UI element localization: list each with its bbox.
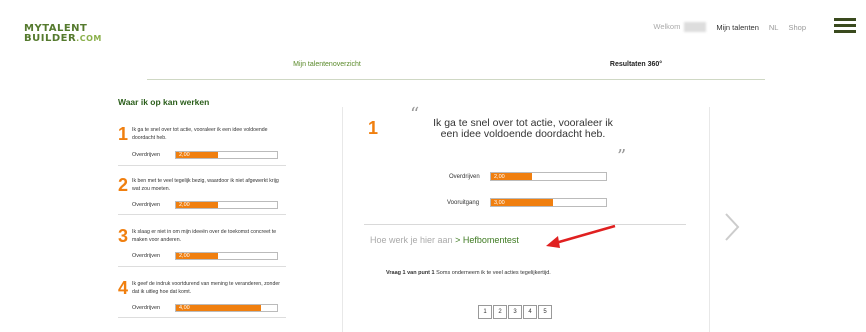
tab-overview[interactable]: Mijn talentenoverzicht — [147, 58, 507, 80]
item-score-value: 4,00 — [179, 305, 190, 311]
how-to-work-link[interactable]: Hoe werk je hier aan > Hefbomentest — [370, 235, 519, 245]
main-score-value: 3,00 — [494, 200, 505, 206]
main-panel — [342, 107, 710, 332]
item-score-bar: 2,00 — [175, 252, 278, 260]
item-score-bar: 4,00 — [175, 304, 278, 312]
divider — [364, 224, 686, 225]
item-number: 4 — [118, 278, 129, 298]
item-text: Ik ga te snel over tot actie, vooraleer … — [132, 127, 268, 141]
nav-mijn-talenten[interactable]: Mijn talenten — [716, 23, 759, 32]
welcome-text: Welkom — [643, 22, 707, 33]
item-score-value: 2,00 — [179, 152, 190, 158]
red-arrow-icon — [546, 224, 616, 248]
tab-bar: Mijn talentenoverzicht Resultaten 360° — [147, 58, 765, 80]
answer-options: 1 2 3 4 5 — [478, 305, 553, 319]
nav-shop[interactable]: Shop — [788, 23, 806, 32]
item-number: 3 — [118, 226, 129, 246]
item-score-value: 2,00 — [179, 253, 190, 259]
user-name-redacted — [684, 22, 707, 33]
divider — [118, 317, 286, 318]
item-bar-label: Overdrijven — [132, 152, 161, 158]
tab-results-360[interactable]: Resultaten 360° — [507, 58, 765, 80]
hefbomentest-link[interactable]: > Hefbomentest — [455, 235, 519, 245]
main-quote: Ik ga te snel over tot actie, vooraleer … — [433, 117, 613, 141]
item-text: Ik geef de indruk voortdurend van mening… — [132, 281, 280, 295]
main-score-value: 2,00 — [494, 174, 505, 180]
main-score-bar: 2,00 — [490, 172, 607, 181]
item-number: 2 — [118, 175, 129, 195]
main-item-number: 1 — [368, 118, 379, 138]
item-number: 1 — [118, 124, 129, 144]
answer-option-4[interactable]: 4 — [523, 305, 537, 319]
main-score-bar: 3,00 — [490, 198, 607, 207]
item-text: Ik slaag er niet in om mijn ideeën over … — [132, 229, 277, 243]
nav-language[interactable]: NL — [769, 23, 779, 32]
item-score-bar: 2,00 — [175, 151, 278, 159]
logo-line2: BUILDER.COM — [24, 33, 102, 44]
logo[interactable]: MYTALENT BUILDER.COM — [24, 10, 134, 50]
top-nav: Welkom Mijn talenten NL Shop — [633, 22, 806, 33]
chevron-right-icon[interactable] — [722, 212, 742, 242]
menu-icon[interactable] — [834, 18, 856, 34]
how-prefix: Hoe werk je hier aan — [370, 235, 453, 245]
divider — [118, 214, 286, 215]
item-bar-label: Overdrijven — [132, 253, 161, 259]
main-bar-label: Overdrijven — [449, 174, 480, 180]
item-score-value: 2,00 — [179, 202, 190, 208]
quote-close-icon: ” — [617, 146, 627, 167]
main-bar-label: Vooruitgang — [447, 200, 480, 206]
left-panel-title: Waar ik op kan werken — [118, 97, 210, 107]
divider — [118, 165, 286, 166]
quote-open-icon: “ — [410, 104, 420, 125]
item-bar-label: Overdrijven — [132, 305, 161, 311]
answer-option-5[interactable]: 5 — [538, 305, 552, 319]
answer-option-1[interactable]: 1 — [478, 305, 492, 319]
answer-option-2[interactable]: 2 — [493, 305, 507, 319]
item-bar-label: Overdrijven — [132, 202, 161, 208]
answer-option-3[interactable]: 3 — [508, 305, 522, 319]
divider — [118, 266, 286, 267]
item-text: Ik ben met te veel tegelijk bezig, waard… — [132, 178, 279, 192]
question-text: Vraag 1 van punt 1 Soms onderneem ik te … — [386, 270, 551, 276]
item-score-bar: 2,00 — [175, 201, 278, 209]
